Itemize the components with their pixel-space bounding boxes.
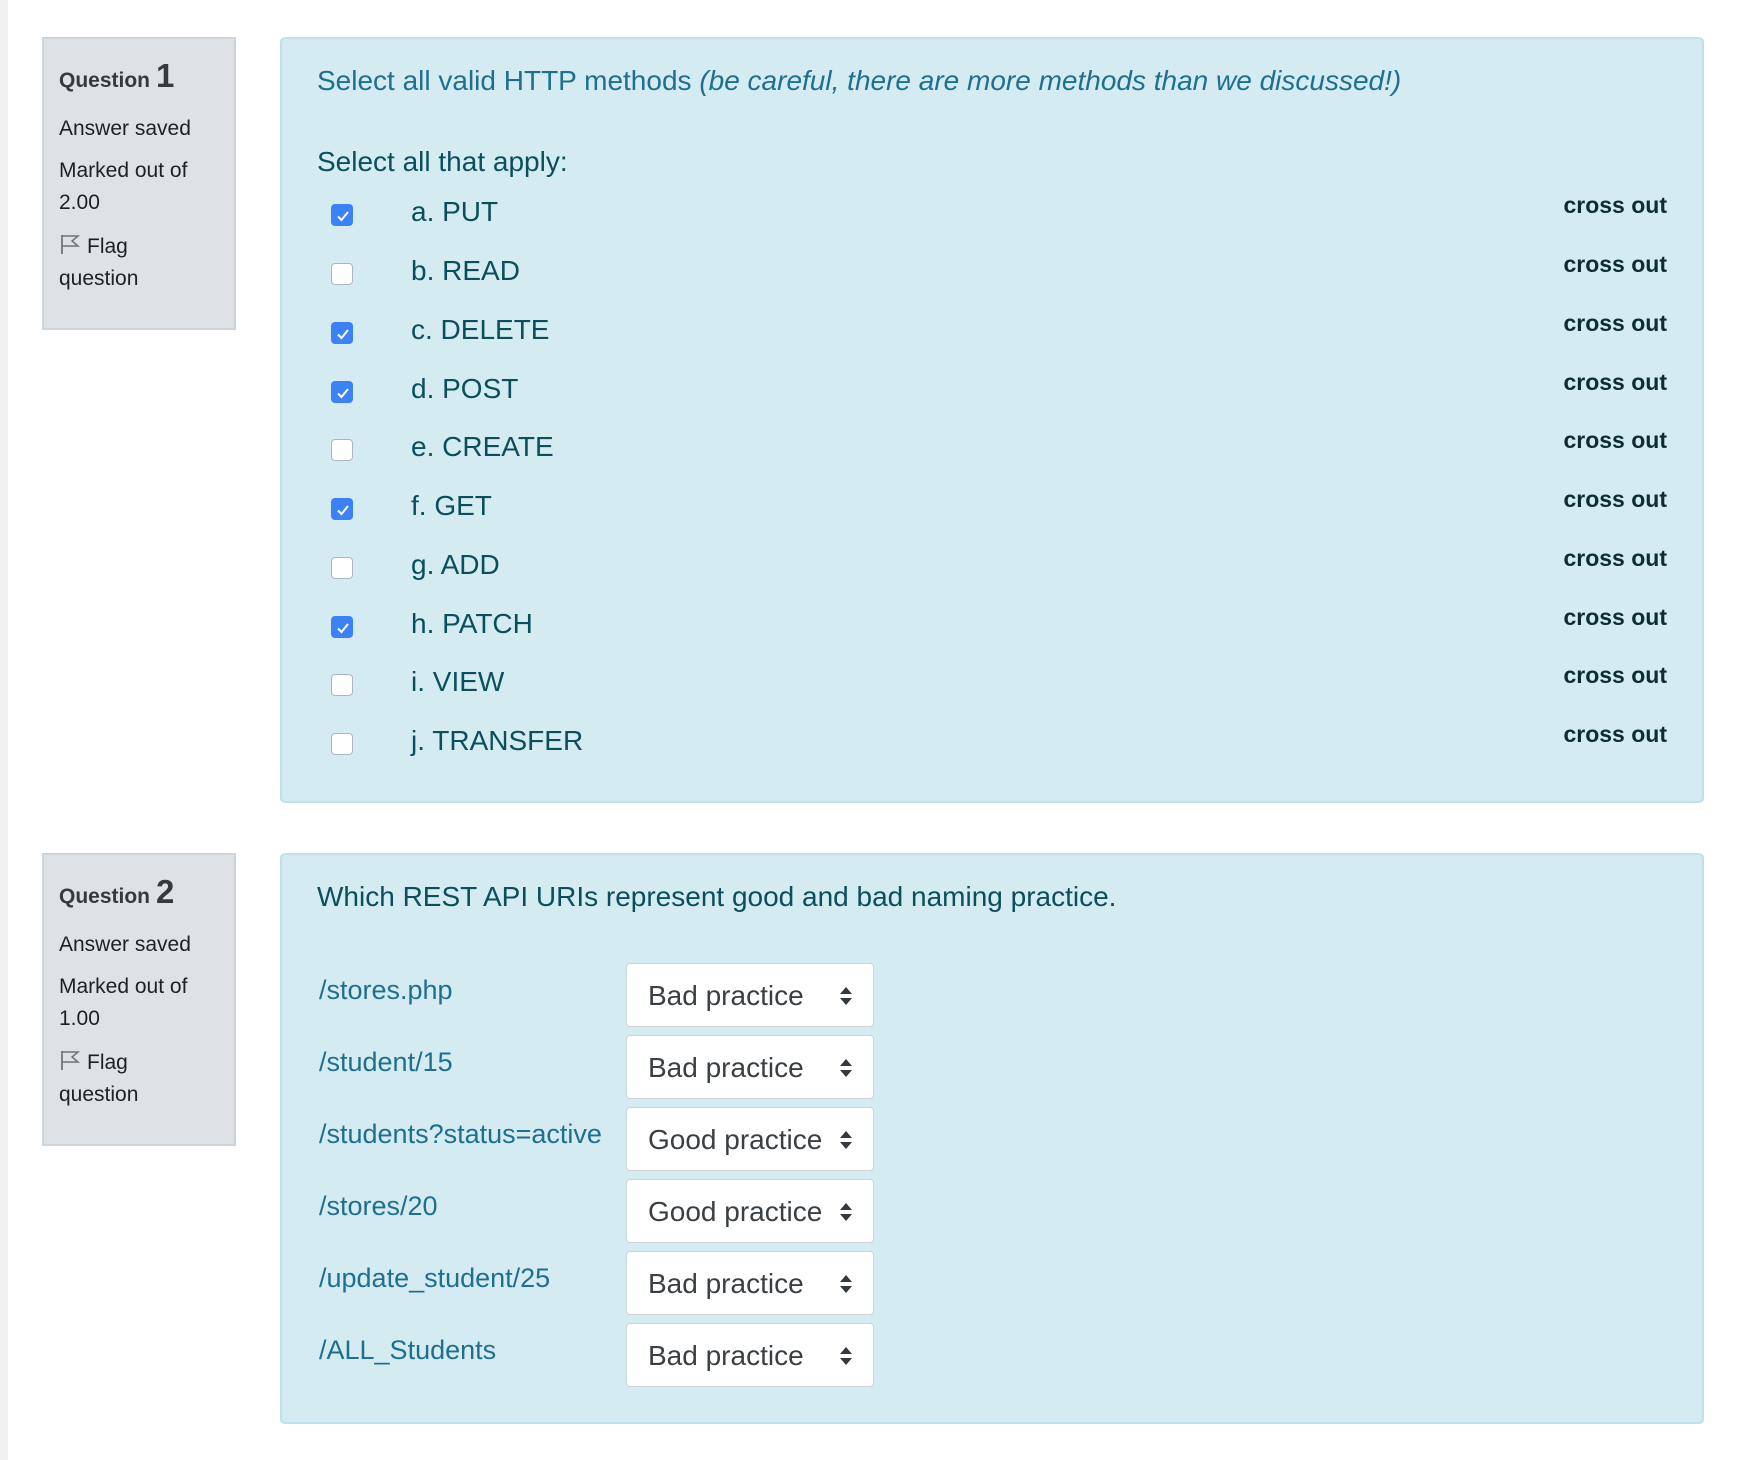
answer-option: g. ADD cross out (317, 545, 1667, 589)
cross-out-link[interactable]: cross out (1563, 604, 1667, 631)
question-content: Select all valid HTTP methods (be carefu… (280, 37, 1704, 803)
question-text-emphasis: (be careful, there are more methods than… (699, 65, 1402, 96)
select-value: Bad practice (648, 1340, 804, 1371)
uri-label: /stores/20 (319, 1191, 438, 1221)
match-row: /stores.php Bad practice (317, 963, 917, 1029)
select-value: Bad practice (648, 980, 804, 1011)
uri-label: /ALL_Students (319, 1335, 497, 1365)
checkmark-icon (337, 623, 349, 634)
flag-icon (61, 1051, 81, 1070)
option-label[interactable]: i. VIEW (411, 666, 504, 698)
question-label: Question (59, 885, 151, 908)
answer-option: i. VIEW cross out (317, 662, 1667, 706)
answer-option: c. DELETE cross out (317, 310, 1667, 354)
answer-checkbox[interactable] (331, 322, 353, 344)
answer-checkbox[interactable] (331, 381, 353, 403)
question-number: Question 1 (59, 57, 234, 95)
question-text-main: Select all valid HTTP methods (317, 65, 700, 96)
match-row: /stores/20 Good practice (317, 1179, 917, 1245)
sort-arrows-icon (840, 1203, 852, 1221)
uri-label: /stores.php (319, 975, 453, 1005)
answer-option: b. READ cross out (317, 251, 1667, 295)
practice-select[interactable]: Bad practice (626, 1035, 874, 1099)
option-label[interactable]: a. PUT (411, 196, 498, 228)
checkmark-icon (337, 329, 349, 340)
match-row: /ALL_Students Bad practice (317, 1323, 917, 1389)
checkmark-icon (337, 211, 349, 222)
match-row: /update_student/25 Bad practice (317, 1251, 917, 1317)
sort-arrows-icon (840, 1131, 852, 1149)
option-label[interactable]: b. READ (411, 255, 520, 287)
answer-option: h. PATCH cross out (317, 604, 1667, 648)
answer-checkbox[interactable] (331, 498, 353, 520)
answer-option: j. TRANSFER cross out (317, 721, 1667, 765)
cross-out-link[interactable]: cross out (1563, 192, 1667, 219)
answer-prompt: Select all that apply: (317, 146, 568, 177)
option-label[interactable]: g. ADD (411, 549, 500, 581)
cross-out-link[interactable]: cross out (1563, 662, 1667, 689)
answer-checkbox[interactable] (331, 557, 353, 579)
match-row: /student/15 Bad practice (317, 1035, 917, 1101)
flag-icon (61, 235, 81, 254)
answer-checkbox[interactable] (331, 733, 353, 755)
page-left-edge (0, 0, 8, 1460)
cross-out-link[interactable]: cross out (1563, 721, 1667, 748)
answer-checkbox[interactable] (331, 439, 353, 461)
select-value: Good practice (648, 1124, 823, 1155)
question-text: Which REST API URIs represent good and b… (317, 881, 1117, 912)
practice-select[interactable]: Bad practice (626, 1323, 874, 1387)
sort-arrows-icon (840, 1275, 852, 1293)
practice-select[interactable]: Good practice (626, 1107, 874, 1171)
option-label[interactable]: j. TRANSFER (411, 725, 583, 757)
question-content: Which REST API URIs represent good and b… (280, 853, 1704, 1424)
cross-out-link[interactable]: cross out (1563, 369, 1667, 396)
answer-option: a. PUT cross out (317, 192, 1667, 236)
sort-arrows-icon (840, 987, 852, 1005)
select-value: Bad practice (648, 1052, 804, 1083)
question-number: Question 2 (59, 873, 234, 911)
answer-option: e. CREATE cross out (317, 427, 1667, 471)
option-label[interactable]: d. POST (411, 373, 518, 405)
select-value: Good practice (648, 1196, 823, 1227)
question-info-panel: Question 2 Answer saved Marked out of 1.… (42, 853, 236, 1146)
answer-checkbox[interactable] (331, 616, 353, 638)
question-number-value: 1 (156, 57, 175, 94)
sort-arrows-icon (840, 1347, 852, 1365)
cross-out-link[interactable]: cross out (1563, 545, 1667, 572)
practice-select[interactable]: Good practice (626, 1179, 874, 1243)
flag-question-link[interactable]: Flag question (59, 231, 209, 295)
option-label[interactable]: h. PATCH (411, 608, 533, 640)
flag-question-link[interactable]: Flag question (59, 1047, 209, 1111)
sort-arrows-icon (840, 1059, 852, 1077)
option-label[interactable]: c. DELETE (411, 314, 549, 346)
uri-label: /update_student/25 (319, 1263, 551, 1293)
question-label: Question (59, 69, 151, 92)
practice-select[interactable]: Bad practice (626, 963, 874, 1027)
question-text: Select all valid HTTP methods (be carefu… (317, 65, 1401, 97)
grade-info: Marked out of 1.00 (59, 975, 188, 1030)
answer-checkbox[interactable] (331, 674, 353, 696)
cross-out-link[interactable]: cross out (1563, 427, 1667, 454)
option-label[interactable]: e. CREATE (411, 431, 554, 463)
cross-out-link[interactable]: cross out (1563, 310, 1667, 337)
cross-out-link[interactable]: cross out (1563, 486, 1667, 513)
answer-checkbox[interactable] (331, 263, 353, 285)
answer-state: Answer saved (59, 933, 191, 956)
option-label[interactable]: f. GET (411, 490, 492, 522)
uri-label: /student/15 (319, 1047, 453, 1077)
answer-option: d. POST cross out (317, 369, 1667, 413)
checkmark-icon (337, 388, 349, 399)
practice-select[interactable]: Bad practice (626, 1251, 874, 1315)
cross-out-link[interactable]: cross out (1563, 251, 1667, 278)
checkmark-icon (337, 505, 349, 516)
uri-label: /students?status=active (319, 1119, 602, 1149)
answer-option: f. GET cross out (317, 486, 1667, 530)
grade-info: Marked out of 2.00 (59, 159, 188, 214)
select-value: Bad practice (648, 1268, 804, 1299)
question-info-panel: Question 1 Answer saved Marked out of 2.… (42, 37, 236, 330)
match-row: /students?status=active Good practice (317, 1107, 917, 1173)
answer-checkbox[interactable] (331, 204, 353, 226)
answer-state: Answer saved (59, 117, 191, 140)
question-number-value: 2 (156, 873, 175, 910)
